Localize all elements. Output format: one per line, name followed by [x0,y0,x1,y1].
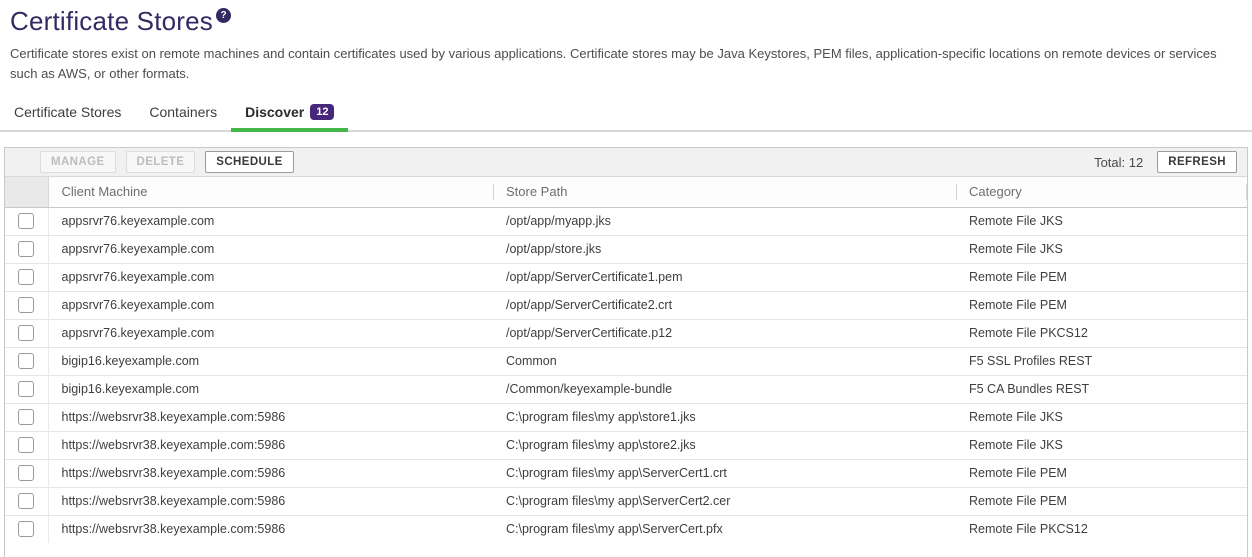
tab-discover[interactable]: Discover 12 [231,95,348,130]
row-select-cell [5,319,48,347]
row-checkbox[interactable] [18,465,34,481]
cell-category: Remote File PEM [956,263,1247,291]
cell-client-machine: appsrvr76.keyexample.com [48,235,493,263]
table-row[interactable]: https://websrvr38.keyexample.com:5986 C:… [5,487,1247,515]
table-row[interactable]: appsrvr76.keyexample.com /opt/app/Server… [5,319,1247,347]
row-checkbox[interactable] [18,493,34,509]
row-select-cell [5,207,48,235]
grid-toolbar: MANAGE DELETE SCHEDULE Total: 12 REFRESH [5,148,1247,177]
cell-client-machine: bigip16.keyexample.com [48,375,493,403]
cell-store-path: /opt/app/store.jks [493,235,956,263]
cell-client-machine: appsrvr76.keyexample.com [48,291,493,319]
row-checkbox[interactable] [18,409,34,425]
row-checkbox[interactable] [18,213,34,229]
cell-store-path: /opt/app/ServerCertificate.p12 [493,319,956,347]
row-checkbox[interactable] [18,353,34,369]
column-header-store-path[interactable]: Store Path [493,177,956,207]
help-icon[interactable]: ? [216,8,231,23]
cell-store-path: C:\program files\my app\ServerCert1.crt [493,459,956,487]
row-checkbox[interactable] [18,521,34,537]
table-header-row: Client Machine Store Path Category [5,177,1247,207]
tab-certificate-stores[interactable]: Certificate Stores [0,95,135,130]
cell-category: Remote File JKS [956,403,1247,431]
cell-category: F5 CA Bundles REST [956,375,1247,403]
cell-store-path: /opt/app/ServerCertificate1.pem [493,263,956,291]
row-select-cell [5,347,48,375]
row-checkbox[interactable] [18,381,34,397]
cell-category: Remote File JKS [956,431,1247,459]
schedule-button[interactable]: SCHEDULE [205,151,293,173]
cell-client-machine: https://websrvr38.keyexample.com:5986 [48,515,493,543]
page-title: Certificate Stores [10,6,213,37]
table-row[interactable]: bigip16.keyexample.com Common F5 SSL Pro… [5,347,1247,375]
table-row[interactable]: appsrvr76.keyexample.com /opt/app/myapp.… [5,207,1247,235]
row-select-cell [5,459,48,487]
table-row[interactable]: appsrvr76.keyexample.com /opt/app/Server… [5,263,1247,291]
tabs-bar: Certificate Stores Containers Discover 1… [0,95,1252,132]
discover-count-badge: 12 [310,104,334,120]
cell-client-machine: https://websrvr38.keyexample.com:5986 [48,431,493,459]
cell-client-machine: https://websrvr38.keyexample.com:5986 [48,487,493,515]
cell-category: F5 SSL Profiles REST [956,347,1247,375]
cell-category: Remote File JKS [956,235,1247,263]
total-count: Total: 12 [1094,155,1143,170]
cell-category: Remote File PEM [956,459,1247,487]
column-header-client-machine[interactable]: Client Machine [48,177,493,207]
refresh-button[interactable]: REFRESH [1157,151,1237,173]
row-checkbox[interactable] [18,297,34,313]
table-row[interactable]: appsrvr76.keyexample.com /opt/app/Server… [5,291,1247,319]
manage-button[interactable]: MANAGE [40,151,116,173]
row-select-cell [5,291,48,319]
tab-label: Containers [149,104,217,120]
cell-client-machine: appsrvr76.keyexample.com [48,263,493,291]
cell-client-machine: bigip16.keyexample.com [48,347,493,375]
grid-footer [5,543,1247,557]
delete-button[interactable]: DELETE [126,151,196,173]
row-select-cell [5,487,48,515]
certificate-stores-grid: MANAGE DELETE SCHEDULE Total: 12 REFRESH… [4,147,1248,557]
cell-store-path: /opt/app/myapp.jks [493,207,956,235]
row-select-cell [5,235,48,263]
table-body: appsrvr76.keyexample.com /opt/app/myapp.… [5,207,1247,543]
row-select-cell [5,375,48,403]
select-column-header [5,177,48,207]
row-select-cell [5,431,48,459]
row-checkbox[interactable] [18,325,34,341]
cell-client-machine: appsrvr76.keyexample.com [48,207,493,235]
cell-category: Remote File PKCS12 [956,515,1247,543]
table-row[interactable]: https://websrvr38.keyexample.com:5986 C:… [5,431,1247,459]
cell-store-path: C:\program files\my app\ServerCert.pfx [493,515,956,543]
tab-label: Discover [245,104,304,120]
cell-store-path: C:\program files\my app\store1.jks [493,403,956,431]
cell-category: Remote File PEM [956,291,1247,319]
row-checkbox[interactable] [18,437,34,453]
table-row[interactable]: bigip16.keyexample.com /Common/keyexampl… [5,375,1247,403]
table-row[interactable]: https://websrvr38.keyexample.com:5986 C:… [5,403,1247,431]
column-header-category[interactable]: Category [956,177,1247,207]
tab-containers[interactable]: Containers [135,95,231,130]
cell-category: Remote File PKCS12 [956,319,1247,347]
cell-client-machine: https://websrvr38.keyexample.com:5986 [48,459,493,487]
row-select-cell [5,515,48,543]
table-row[interactable]: https://websrvr38.keyexample.com:5986 C:… [5,459,1247,487]
cell-store-path: C:\program files\my app\store2.jks [493,431,956,459]
cell-store-path: /opt/app/ServerCertificate2.crt [493,291,956,319]
tab-label: Certificate Stores [14,104,121,120]
cell-client-machine: https://websrvr38.keyexample.com:5986 [48,403,493,431]
cell-category: Remote File PEM [956,487,1247,515]
page-header: Certificate Stores ? Certificate stores … [0,0,1252,83]
cell-store-path: /Common/keyexample-bundle [493,375,956,403]
page-description: Certificate stores exist on remote machi… [10,44,1238,83]
row-select-cell [5,403,48,431]
row-checkbox[interactable] [18,241,34,257]
table-row[interactable]: appsrvr76.keyexample.com /opt/app/store.… [5,235,1247,263]
cell-category: Remote File JKS [956,207,1247,235]
discover-results-table: Client Machine Store Path Category appsr… [5,177,1247,543]
cell-store-path: C:\program files\my app\ServerCert2.cer [493,487,956,515]
row-checkbox[interactable] [18,269,34,285]
cell-client-machine: appsrvr76.keyexample.com [48,319,493,347]
table-row[interactable]: https://websrvr38.keyexample.com:5986 C:… [5,515,1247,543]
cell-store-path: Common [493,347,956,375]
row-select-cell [5,263,48,291]
